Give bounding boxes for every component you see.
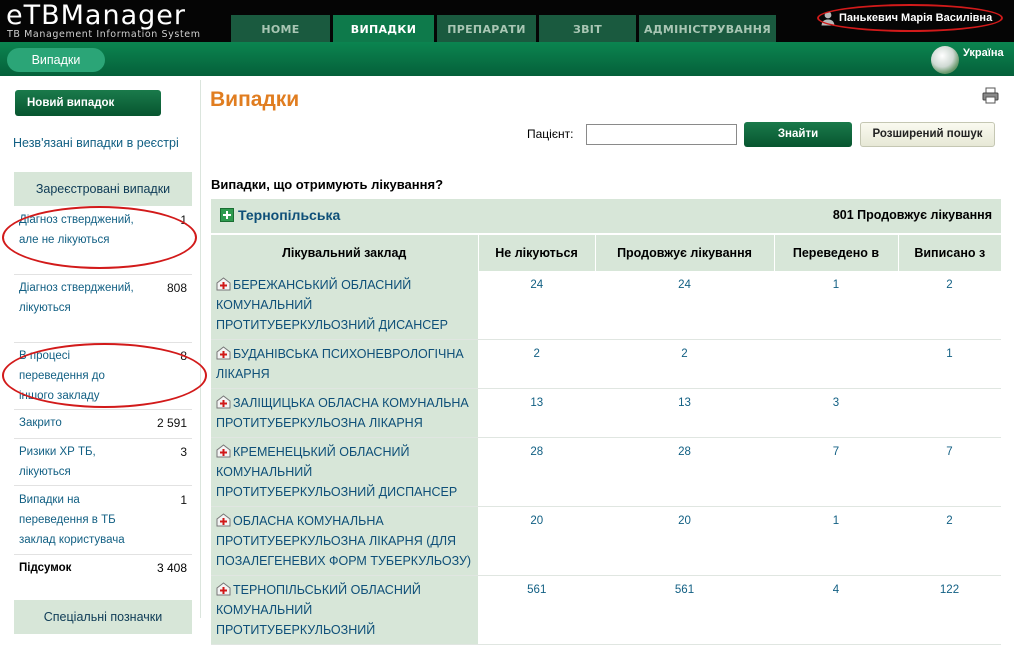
sidebar-item-mdr-risk[interactable]: Ризики ХР ТБ, лікуються 3 bbox=[14, 440, 192, 486]
count-cell-not-treated[interactable]: 13 bbox=[478, 388, 595, 438]
unlinked-cases-link[interactable]: Незв'язані випадки в реєстрі bbox=[13, 136, 179, 150]
facility-cell: КРЕМЕНЕЦЬКИЙ ОБЛАСНИЙ КОМУНАЛЬНИЙ ПРОТИТ… bbox=[211, 437, 479, 507]
sidebar-total-count: 3 408 bbox=[156, 561, 187, 575]
new-case-button[interactable]: Новий випадок bbox=[15, 90, 161, 116]
facility-link[interactable]: ОБЛАСНА КОМУНАЛЬНА ПРОТИТУБЕРКУЛЬОЗНА ЛІ… bbox=[216, 514, 471, 568]
sidebar-item-count: 3 bbox=[180, 445, 187, 459]
table-header-row: Лікувальний заклад Не лікуються Продовжу… bbox=[211, 235, 1001, 271]
facility-cell: БУДАНІВСЬКА ПСИХОНЕВРОЛОГІЧНА ЛІКАРНЯ bbox=[211, 339, 479, 389]
table-row: ОБЛАСНА КОМУНАЛЬНА ПРОТИТУБЕРКУЛЬОЗНА ЛІ… bbox=[211, 506, 1001, 576]
facility-link[interactable]: БЕРЕЖАНСЬКИЙ ОБЛАСНИЙ КОМУНАЛЬНИЙ ПРОТИТ… bbox=[216, 278, 448, 332]
expand-plus-icon[interactable] bbox=[220, 208, 234, 222]
sidebar-total-label: Підсумок bbox=[19, 562, 72, 574]
table-row: БЕРЕЖАНСЬКИЙ ОБЛАСНИЙ КОМУНАЛЬНИЙ ПРОТИТ… bbox=[211, 271, 1001, 340]
facility-cell: БЕРЕЖАНСЬКИЙ ОБЛАСНИЙ КОМУНАЛЬНИЙ ПРОТИТ… bbox=[211, 271, 479, 340]
sidebar-item-transfer-to-user-unit[interactable]: Випадки на переведення в ТБ заклад корис… bbox=[14, 488, 192, 555]
tab-home[interactable]: HOME bbox=[231, 15, 330, 42]
sidebar-total: Підсумок 3 408 bbox=[14, 556, 192, 584]
column-header: Переведено в bbox=[774, 235, 899, 271]
count-cell-transferred-in[interactable]: 4 bbox=[774, 575, 898, 645]
annotation-ellipse bbox=[817, 4, 1003, 32]
count-cell-discharged[interactable] bbox=[898, 388, 1001, 438]
facility-link[interactable]: ТЕРНОПІЛЬСЬКИЙ ОБЛАСНИЙ КОМУНАЛЬНИЙ ПРОТ… bbox=[216, 583, 421, 637]
sidebar-item-label: Випадки на переведення в ТБ заклад корис… bbox=[19, 494, 125, 546]
facility-link[interactable]: ЗАЛІЩИЦЬКА ОБЛАСНА КОМУНАЛЬНА ПРОТИТУБЕР… bbox=[216, 396, 469, 430]
country-label[interactable]: Україна bbox=[963, 47, 1004, 59]
region-status: 801 Продовжує лікування bbox=[832, 208, 992, 222]
table-row: БУДАНІВСЬКА ПСИХОНЕВРОЛОГІЧНА ЛІКАРНЯ 2 2 1 bbox=[211, 339, 1001, 389]
count-cell-not-treated[interactable]: 24 bbox=[478, 271, 595, 340]
app-subtitle: TB Management Information System bbox=[7, 29, 201, 40]
printer-icon[interactable] bbox=[982, 87, 999, 104]
count-cell-discharged[interactable]: 2 bbox=[898, 271, 1001, 340]
count-cell-transferred-in[interactable]: 1 bbox=[774, 506, 898, 576]
count-cell-discharged[interactable]: 2 bbox=[898, 506, 1001, 576]
find-button[interactable]: Знайти bbox=[744, 122, 852, 147]
count-cell-not-treated[interactable]: 561 bbox=[478, 575, 595, 645]
advanced-search-button[interactable]: Розширений пошук bbox=[860, 122, 995, 147]
hospital-icon bbox=[216, 513, 231, 527]
sidebar-item-label: Закрито bbox=[19, 417, 62, 429]
annotation-ellipse bbox=[2, 206, 197, 269]
column-header: Продовжує лікування bbox=[595, 235, 775, 271]
facility-cell: ТЕРНОПІЛЬСЬКИЙ ОБЛАСНИЙ КОМУНАЛЬНИЙ ПРОТ… bbox=[211, 575, 479, 645]
count-cell-discharged[interactable]: 1 bbox=[898, 339, 1001, 389]
tab-medicines[interactable]: ПРЕПАРАТИ bbox=[437, 15, 536, 42]
facility-link[interactable]: БУДАНІВСЬКА ПСИХОНЕВРОЛОГІЧНА ЛІКАРНЯ bbox=[216, 347, 464, 381]
column-header: Виписано з bbox=[898, 235, 1001, 271]
sidebar-item-label: Ризики ХР ТБ, лікуються bbox=[19, 446, 96, 478]
count-cell-not-treated[interactable]: 28 bbox=[478, 437, 595, 507]
column-header: Не лікуються bbox=[478, 235, 596, 271]
count-cell-continue[interactable]: 13 bbox=[595, 388, 774, 438]
sidebar-item-label: Діагноз стверджений, лікуються bbox=[19, 282, 134, 314]
hospital-icon bbox=[216, 395, 231, 409]
section-title: Випадки, що отримують лікування? bbox=[211, 177, 444, 192]
count-cell-continue[interactable]: 24 bbox=[595, 271, 774, 340]
sidebar-item-diagnosed-treated[interactable]: Діагноз стверджений, лікуються 808 bbox=[14, 276, 192, 343]
annotation-ellipse bbox=[2, 343, 207, 408]
sidebar-item-closed[interactable]: Закрито 2 591 bbox=[14, 411, 192, 439]
sidebar-item-count: 2 591 bbox=[156, 416, 187, 430]
patient-search-input[interactable] bbox=[586, 124, 737, 145]
special-marks-header: Спеціальні позначки bbox=[14, 600, 192, 634]
patient-label: Пацієнт: bbox=[527, 127, 574, 141]
count-cell-continue[interactable]: 561 bbox=[595, 575, 774, 645]
count-cell-transferred-in[interactable]: 7 bbox=[774, 437, 898, 507]
section-bar: Випадки bbox=[0, 42, 1014, 76]
table-row: КРЕМЕНЕЦЬКИЙ ОБЛАСНИЙ КОМУНАЛЬНИЙ ПРОТИТ… bbox=[211, 437, 1001, 507]
tab-cases[interactable]: ВИПАДКИ bbox=[333, 15, 434, 42]
breadcrumb-cases[interactable]: Випадки bbox=[7, 48, 105, 72]
facility-cell: ЗАЛІЩИЦЬКА ОБЛАСНА КОМУНАЛЬНА ПРОТИТУБЕР… bbox=[211, 388, 479, 438]
facility-cell: ОБЛАСНА КОМУНАЛЬНА ПРОТИТУБЕРКУЛЬОЗНА ЛІ… bbox=[211, 506, 479, 576]
count-cell-continue[interactable]: 28 bbox=[595, 437, 774, 507]
count-cell-continue[interactable]: 2 bbox=[595, 339, 774, 389]
hospital-icon bbox=[216, 444, 231, 458]
facility-link[interactable]: КРЕМЕНЕЦЬКИЙ ОБЛАСНИЙ КОМУНАЛЬНИЙ ПРОТИТ… bbox=[216, 445, 457, 499]
count-cell-discharged[interactable]: 122 bbox=[898, 575, 1001, 645]
table-row: ЗАЛІЩИЦЬКА ОБЛАСНА КОМУНАЛЬНА ПРОТИТУБЕР… bbox=[211, 388, 1001, 438]
top-header: eTBManager TB Management Information Sys… bbox=[0, 0, 1014, 42]
region-name-link[interactable]: Тернопільська bbox=[238, 207, 340, 223]
column-header: Лікувальний заклад bbox=[211, 235, 479, 271]
facilities-table: Лікувальний заклад Не лікуються Продовжу… bbox=[211, 235, 1001, 645]
hospital-icon bbox=[216, 346, 231, 360]
sidebar-item-count: 808 bbox=[166, 281, 187, 295]
count-cell-transferred-in[interactable]: 1 bbox=[774, 271, 898, 340]
app-logo[interactable]: eTBManager bbox=[6, 1, 186, 31]
table-row: ТЕРНОПІЛЬСЬКИЙ ОБЛАСНИЙ КОМУНАЛЬНИЙ ПРОТ… bbox=[211, 575, 1001, 645]
registered-cases-header: Зареєстровані випадки bbox=[14, 172, 192, 206]
count-cell-discharged[interactable]: 7 bbox=[898, 437, 1001, 507]
count-cell-transferred-in[interactable] bbox=[774, 339, 898, 389]
hospital-icon bbox=[216, 582, 231, 596]
sidebar-item-count: 1 bbox=[180, 493, 187, 507]
page-title: Випадки bbox=[210, 88, 300, 111]
count-cell-transferred-in[interactable]: 3 bbox=[774, 388, 898, 438]
count-cell-continue[interactable]: 20 bbox=[595, 506, 774, 576]
globe-icon bbox=[931, 46, 959, 74]
tab-administration[interactable]: АДМІНІСТРУВАННЯ bbox=[639, 15, 776, 42]
count-cell-not-treated[interactable]: 2 bbox=[478, 339, 595, 389]
count-cell-not-treated[interactable]: 20 bbox=[478, 506, 595, 576]
hospital-icon bbox=[216, 277, 231, 291]
tab-reports[interactable]: ЗВІТ bbox=[539, 15, 636, 42]
